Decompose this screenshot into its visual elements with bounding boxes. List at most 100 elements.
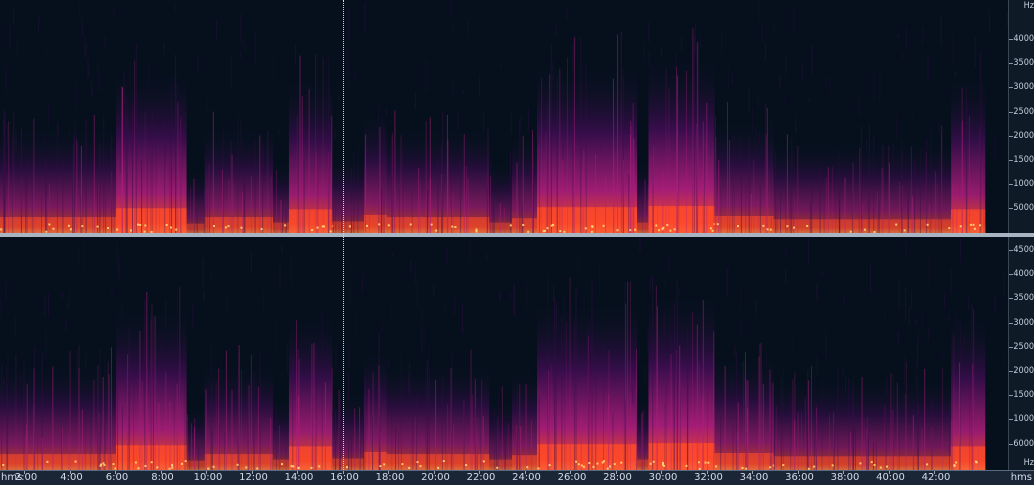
spectral-streak (724, 365, 726, 470)
spectral-peak (509, 224, 512, 227)
spectral-peak (52, 227, 55, 230)
spectral-streak (225, 350, 227, 470)
spectral-noise (905, 242, 907, 257)
spectral-peak (859, 462, 862, 465)
spectral-streak (466, 166, 467, 233)
spectral-streak (729, 140, 731, 233)
spectral-streak (867, 435, 869, 470)
spectral-streak (852, 385, 854, 470)
spectral-streak (270, 183, 272, 233)
spectral-streak (228, 179, 230, 233)
spectral-peak (969, 223, 972, 226)
spectral-streak (365, 134, 367, 233)
frequency-ruler-top[interactable]: Hz 4000 3500 3000 2500 2000 1500 1000 5000 (1008, 0, 1034, 233)
spectral-noise (338, 94, 340, 101)
spectral-streak (104, 358, 106, 470)
spectral-noise (897, 34, 899, 39)
spectral-streak (26, 425, 28, 470)
spectral-streak (585, 62, 587, 233)
spectral-streak (794, 372, 796, 470)
spectral-noise (415, 92, 416, 110)
spectral-peak (652, 460, 655, 463)
spectral-streak (983, 163, 985, 233)
spectral-streak (180, 103, 182, 233)
spectral-streak (977, 412, 979, 470)
spectral-streak (177, 102, 179, 233)
spectral-streak (111, 134, 113, 233)
spectral-streak (398, 431, 400, 470)
spectral-peak (596, 462, 599, 465)
spectral-streak (481, 379, 483, 470)
spectral-noise (843, 293, 845, 307)
freq-tick (1009, 298, 1013, 300)
spectral-streak (189, 435, 191, 470)
spectrogram-view[interactable]: Hz 4000 3500 3000 2500 2000 1500 1000 5000 Hz 4… (0, 0, 1034, 485)
freq-tick-label: 3000 (1013, 82, 1034, 93)
spectral-streak (298, 359, 300, 470)
spectral-streak (821, 379, 823, 470)
spectral-streak (52, 367, 54, 470)
spectral-streak (345, 182, 347, 233)
spectral-streak (476, 417, 478, 470)
spectral-streak (496, 436, 498, 470)
spectral-noise (206, 98, 208, 111)
spectral-streak (308, 88, 310, 233)
time-tick-label: 30:00 (648, 472, 678, 483)
spectral-peak (475, 228, 478, 231)
spectral-noise (994, 294, 996, 314)
spectral-noise (45, 329, 47, 361)
frequency-ruler-bottom[interactable]: Hz 4500 4000 3500 3000 2500 2000 1500 1000 6000 (1008, 237, 1034, 470)
spectral-streak (151, 109, 153, 233)
spectral-noise (77, 144, 79, 169)
spectral-streak (780, 377, 782, 470)
spectral-noise (88, 65, 90, 75)
spectral-streak (250, 176, 252, 233)
spectral-peak (559, 230, 562, 232)
spectral-streak (884, 404, 886, 470)
spectral-streak (98, 181, 100, 233)
spectral-streak (844, 177, 846, 233)
spectral-streak (1, 364, 3, 470)
spectral-streak (173, 331, 175, 470)
time-ruler[interactable]: hms hms 2:00 4:00 6:00 8:00 10:00 12:00 14:00 1… (0, 470, 1034, 485)
time-tick-label: 14:00 (284, 472, 314, 483)
spectral-streak (732, 426, 734, 470)
spectral-streak (109, 401, 111, 470)
freq-tick (1009, 419, 1013, 421)
spectral-peak (975, 460, 977, 463)
spectral-noise (174, 2, 176, 11)
spectrogram-channel-right[interactable] (0, 237, 1008, 470)
spectral-peak (591, 225, 593, 228)
spectral-noise (761, 22, 763, 42)
spectral-streak (668, 88, 670, 233)
spectral-streak (98, 413, 100, 470)
spectral-noise (119, 147, 121, 174)
spectrogram-channel-left[interactable] (0, 0, 1008, 233)
spectral-noise (385, 109, 387, 115)
spectral-streak (575, 288, 577, 470)
spectral-noise (76, 351, 78, 383)
spectral-peak (592, 465, 595, 468)
spectral-noise (111, 289, 113, 298)
spectral-peak (548, 464, 551, 467)
spectral-peak (629, 229, 632, 232)
spectrogram-canvas-top (0, 0, 1008, 233)
spectral-streak (276, 406, 277, 470)
spectral-peak (240, 226, 243, 229)
spectral-streak (69, 351, 71, 470)
spectral-peak (716, 223, 719, 226)
freq-tick (1009, 87, 1013, 89)
spectral-streak (605, 173, 607, 233)
freq-tick-label: 4000 (1013, 34, 1034, 44)
spectral-peak (213, 225, 215, 227)
spectral-peak (130, 229, 132, 232)
spectral-streak (912, 415, 914, 470)
spectral-streak (759, 185, 761, 233)
spectral-noise (911, 115, 913, 119)
spectral-streak (31, 172, 33, 233)
spectral-noise (555, 24, 557, 37)
time-tick-label: 42:00 (921, 472, 951, 483)
spectral-noise (165, 147, 167, 165)
spectral-noise (423, 322, 425, 348)
spectral-streak (414, 417, 416, 470)
